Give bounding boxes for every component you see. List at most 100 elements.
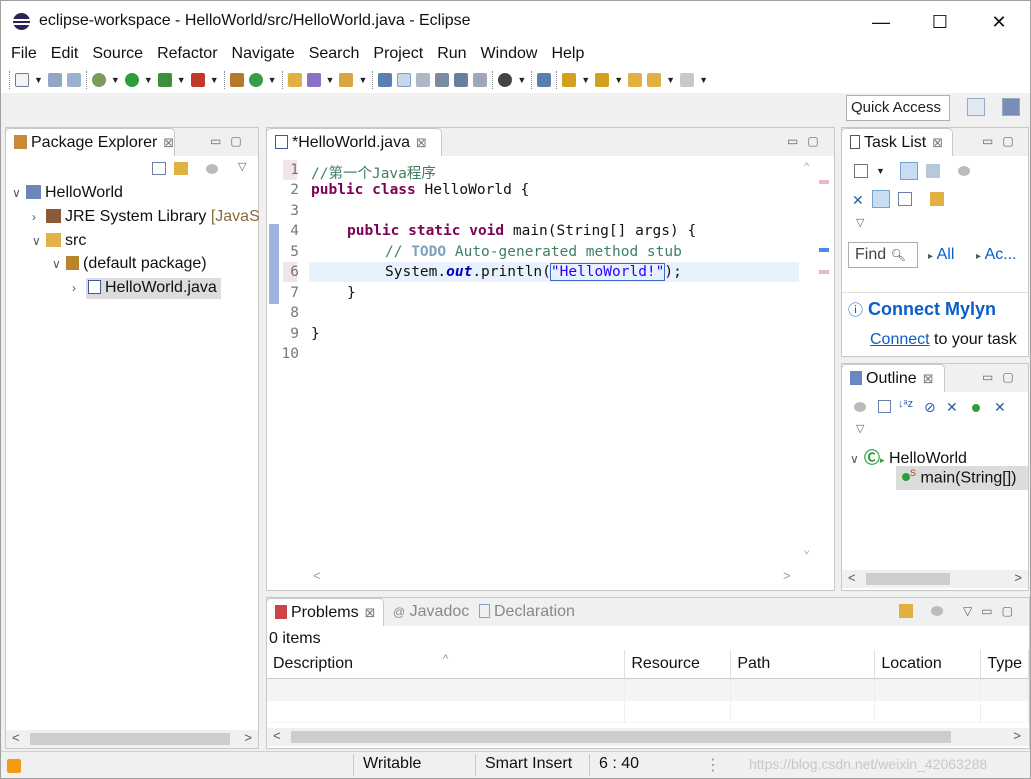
overview-marker[interactable] — [819, 248, 829, 252]
menu-navigate[interactable]: Navigate — [225, 41, 302, 67]
tree-item-jre-library[interactable]: › JRE System Library [JavaS — [32, 208, 260, 226]
all-link[interactable]: ▸ All — [928, 246, 954, 264]
debug-icon[interactable] — [91, 73, 106, 87]
collapse-all-icon[interactable] — [878, 400, 891, 413]
new-task-icon[interactable] — [854, 164, 868, 178]
activate-link[interactable]: ▸ Ac... — [976, 246, 1017, 264]
filter-icon[interactable] — [206, 164, 218, 174]
menu-window[interactable]: Window — [474, 41, 545, 67]
tab-package-explorer[interactable]: Package Explorer ⊠ — [5, 128, 175, 156]
scroll-up-icon[interactable]: ⌃ — [803, 160, 810, 174]
tree-item-default-package[interactable]: ∨ (default package) — [52, 255, 207, 273]
column-path[interactable]: Path — [730, 650, 876, 679]
column-description[interactable]: Description ^ — [267, 650, 626, 679]
configure-contents-icon[interactable] — [899, 604, 913, 618]
save-icon[interactable] — [47, 73, 62, 87]
menu-source[interactable]: Source — [85, 41, 150, 67]
code-editor[interactable]: 1 2 3 4 5 6 7 8 9 10 //第一个Java程序 public … — [267, 158, 834, 558]
menu-project[interactable]: Project — [366, 41, 430, 67]
mark-occurrences-icon[interactable] — [397, 73, 412, 87]
minimize-button[interactable]: — — [858, 7, 904, 37]
tab-task-list[interactable]: Task List ⊠ — [841, 128, 953, 156]
tree-item-helloworld-java[interactable]: › HelloWorld.java — [72, 278, 221, 299]
close-tab-icon[interactable]: ⊠ — [365, 605, 376, 620]
toggle-annotation-icon[interactable] — [378, 73, 393, 87]
menu-help[interactable]: Help — [544, 41, 591, 67]
column-type[interactable]: Type — [980, 650, 1029, 679]
forward-dropdown-icon[interactable]: ▼ — [699, 75, 708, 85]
view-menu-icon[interactable]: ▽ — [238, 160, 246, 173]
expand-arrow-icon[interactable]: › — [32, 210, 46, 224]
previous-annotation-icon[interactable] — [595, 73, 610, 87]
hide-non-public-icon[interactable] — [972, 404, 980, 412]
back-dropdown-icon[interactable]: ▼ — [666, 75, 675, 85]
overview-marker[interactable] — [819, 180, 829, 184]
hide-static-icon[interactable]: ✕ — [946, 399, 958, 416]
new-task-dropdown-icon[interactable]: ▼ — [876, 166, 885, 176]
connect-link[interactable]: Connect — [870, 331, 930, 348]
expand-arrow-icon[interactable]: ∨ — [52, 257, 66, 271]
open-perspective-icon[interactable] — [967, 98, 985, 116]
tree-item-src[interactable]: ∨ src — [32, 232, 86, 250]
outline-filter-icon[interactable] — [854, 402, 866, 412]
quick-access-input[interactable]: Quick Access — [846, 95, 950, 121]
editor-minimize-maximize-icon[interactable]: ▭▢ — [787, 134, 828, 148]
notification-icon[interactable] — [7, 759, 21, 773]
horizontal-scrollbar[interactable]: < > — [6, 730, 258, 748]
next-annotation-dropdown-icon[interactable]: ▼ — [581, 75, 590, 85]
menu-search[interactable]: Search — [302, 41, 367, 67]
debug-dropdown-icon[interactable]: ▼ — [111, 75, 120, 85]
new-java-project-icon[interactable] — [229, 73, 244, 87]
java-perspective-icon[interactable] — [1002, 98, 1020, 116]
search-icon[interactable] — [339, 73, 354, 87]
problems-menu-minimize-maximize-icon[interactable]: ▽▭▢ — [963, 604, 1022, 618]
close-tab-icon[interactable]: ⊠ — [923, 371, 934, 386]
forward-icon[interactable] — [680, 73, 695, 87]
menu-refactor[interactable]: Refactor — [150, 41, 224, 67]
overview-marker[interactable] — [819, 270, 829, 274]
tab-problems[interactable]: Problems ⊠ — [266, 598, 384, 626]
tab-declaration[interactable]: Declaration — [479, 603, 575, 621]
outline-minimize-maximize-icon[interactable]: ▭▢ — [982, 370, 1023, 384]
outline-method-main[interactable]: S main(String[]) — [902, 468, 1017, 487]
run-dropdown-icon[interactable]: ▼ — [144, 75, 153, 85]
back-icon[interactable] — [647, 73, 662, 87]
expand-arrow-icon[interactable]: ∨ — [12, 186, 26, 200]
breadcrumb-icon[interactable] — [416, 73, 431, 87]
new-java-class-icon[interactable] — [248, 73, 263, 87]
new-dropdown-icon[interactable]: ▼ — [34, 75, 43, 85]
column-resource[interactable]: Resource — [624, 650, 732, 679]
synchronize-icon[interactable] — [930, 192, 944, 206]
coverage-icon[interactable] — [157, 73, 172, 87]
coverage-dropdown-icon[interactable]: ▼ — [177, 75, 186, 85]
editor-horizontal-scrollbar[interactable]: < > — [267, 568, 834, 586]
link-dropdown-icon[interactable]: ▼ — [517, 75, 526, 85]
scroll-down-icon[interactable]: ⌄ — [803, 542, 810, 556]
outline-view-menu-icon[interactable]: ▽ — [856, 422, 864, 435]
hide-local-types-icon[interactable]: ✕ — [994, 399, 1006, 416]
external-tools-dropdown-icon[interactable]: ▼ — [210, 75, 219, 85]
tab-javadoc[interactable]: @ Javadoc — [393, 603, 469, 621]
hide-fields-icon[interactable]: ⊘ — [924, 399, 936, 416]
collapse-all-icon[interactable] — [152, 162, 166, 175]
save-all-icon[interactable] — [66, 73, 81, 87]
sort-icon[interactable]: ↓ᵃz — [898, 398, 913, 410]
close-tab-icon[interactable]: ⊠ — [932, 135, 943, 150]
maximize-button[interactable]: ☐ — [917, 7, 963, 37]
collapse-all-tasks-icon[interactable] — [898, 192, 912, 206]
expand-arrow-icon[interactable]: ∨ — [32, 234, 46, 248]
tab-helloworld-java[interactable]: *HelloWorld.java ⊠ — [266, 128, 442, 156]
menu-file[interactable]: File — [4, 41, 44, 67]
collapse-arrow-icon[interactable]: ∨ — [850, 452, 864, 466]
menu-edit[interactable]: Edit — [44, 41, 86, 67]
show-only-my-tasks-icon[interactable] — [872, 190, 890, 208]
skip-breakpoints-icon[interactable] — [537, 73, 552, 87]
tree-item-project[interactable]: ∨ HelloWorld — [12, 184, 123, 202]
link-with-editor-icon[interactable] — [174, 162, 188, 175]
new-icon[interactable] — [15, 73, 29, 87]
scrollbar-thumb[interactable] — [30, 733, 230, 745]
expand-arrow-icon[interactable]: › — [72, 281, 86, 295]
problems-horizontal-scrollbar[interactable]: < > — [267, 728, 1029, 746]
run-icon[interactable] — [124, 73, 139, 87]
last-edit-location-icon[interactable] — [628, 73, 643, 87]
